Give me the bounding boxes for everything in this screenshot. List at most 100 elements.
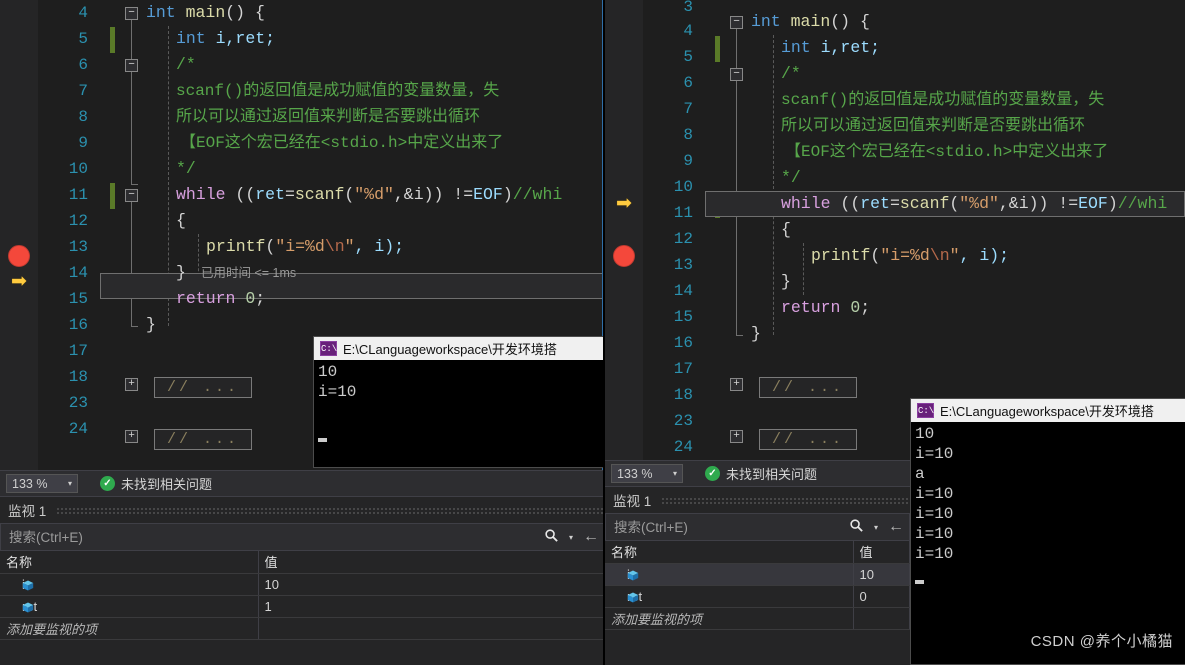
zoom-level-dropdown[interactable]: 133 % ▾ [611, 464, 683, 483]
token-keyword: return [176, 289, 236, 308]
chevron-down-icon: ▾ [67, 479, 72, 488]
token-comment-tail: 失 [1088, 91, 1105, 109]
code-line: return 0; [751, 295, 1185, 321]
table-header-row: 名称 值 [0, 551, 605, 574]
table-row[interactable]: ret 0 [605, 585, 910, 608]
back-arrow-icon[interactable]: ← [883, 518, 909, 536]
line-number: 11 [673, 204, 693, 222]
zoom-level-dropdown[interactable]: 133 % ▾ [6, 474, 78, 493]
line-number: 15 [68, 290, 88, 308]
watch-search-bar[interactable]: ▾ ← [605, 513, 910, 541]
search-icon[interactable] [843, 518, 869, 537]
watch-add-item-label[interactable]: 添加要监视的项 [605, 607, 854, 630]
line-number: 6 [78, 56, 88, 74]
zoom-level-value: 133 % [12, 476, 48, 491]
code-line: /* [146, 52, 605, 78]
watch-add-item-row[interactable]: 添加要监视的项 [605, 607, 910, 630]
search-icon-svg [544, 528, 558, 542]
drag-handle-dots[interactable] [56, 506, 605, 514]
right-code-text[interactable]: int main() { int i,ret; /* scanf()的返回值是成… [705, 0, 1185, 460]
code-line: } [751, 321, 1185, 347]
token-variable: ret [860, 194, 890, 213]
token-variable: i,ret; [205, 29, 276, 48]
breakpoint-dot-icon[interactable] [8, 245, 30, 267]
console-window-title: E:\CLanguageworkspace\开发环境搭 [343, 342, 557, 357]
fold-expand-icon[interactable]: + [125, 378, 138, 391]
fold-expand-icon[interactable]: + [730, 378, 743, 391]
right-outlining-column[interactable]: − − − + + [715, 0, 751, 460]
token-function: main [175, 3, 226, 22]
right-console-window[interactable]: C:\ E:\CLanguageworkspace\开发环境搭 10 i=10 … [910, 398, 1185, 665]
watch-search-bar[interactable]: ▾ ← [0, 523, 605, 551]
text-caret [915, 580, 924, 584]
right-indicator-margin[interactable]: ➡ [605, 0, 643, 460]
table-row[interactable]: i 10 [605, 563, 910, 586]
search-input[interactable] [606, 519, 843, 535]
fold-collapse-icon[interactable]: − [125, 59, 138, 72]
table-row[interactable]: ret 1 [0, 595, 605, 618]
fold-collapse-icon[interactable]: − [125, 189, 138, 202]
variable-cube-icon [22, 601, 34, 612]
code-line: */ [751, 165, 1185, 191]
console-line: i=10 [915, 525, 954, 543]
watch-add-item-value[interactable] [258, 617, 605, 640]
collapsed-region-box[interactable]: // ... [759, 377, 858, 398]
drag-handle-dots[interactable] [661, 496, 910, 504]
collapsed-region-box[interactable]: // ... [759, 429, 858, 450]
watch-variables-table: 名称 值 i 10 [605, 541, 910, 630]
token-args: , i); [959, 246, 1010, 265]
left-outlining-column[interactable]: − − − + + [110, 0, 146, 470]
left-console-window[interactable]: C:\ E:\CLanguageworkspace\开发环境搭 10 i=10 [313, 336, 605, 468]
current-statement-arrow-icon: ➡ [11, 271, 27, 292]
variable-cube-icon [627, 569, 639, 580]
watch-add-item-label[interactable]: 添加要监视的项 [0, 617, 259, 640]
variable-cube-svg [627, 570, 639, 580]
token-comment: /* [176, 55, 196, 74]
fold-vertical-line [736, 29, 737, 69]
code-line: while ((ret=scanf("%d",&i)) !=EOF)//whi [146, 182, 605, 208]
collapsed-region-box[interactable]: // ... [154, 377, 253, 398]
search-icon[interactable] [538, 528, 564, 547]
token-comment: //whi [1117, 194, 1168, 213]
fold-expand-icon[interactable]: + [125, 430, 138, 443]
line-number: 23 [68, 394, 88, 412]
line-number: 11 [68, 186, 88, 204]
watch-panel-title-bar: 监视 1 [0, 497, 605, 523]
watch-variable-value[interactable]: 10 [258, 573, 605, 596]
change-bar [110, 183, 115, 209]
right-line-number-gutter: 3 4 5 6 7 8 9 10 11 12 13 14 15 16 17 18… [643, 0, 699, 460]
breakpoint-dot-icon[interactable] [613, 245, 635, 267]
search-input[interactable] [1, 529, 538, 545]
watch-variable-value[interactable]: 10 [853, 563, 910, 586]
fold-collapse-icon[interactable]: − [730, 16, 743, 29]
back-arrow-icon[interactable]: ← [578, 528, 604, 546]
token-macro: EOF [1078, 194, 1108, 213]
fold-collapse-icon[interactable]: − [730, 68, 743, 81]
watch-add-item-row[interactable]: 添加要监视的项 [0, 617, 605, 640]
fold-collapse-icon[interactable]: − [125, 7, 138, 20]
search-icon-svg [849, 518, 863, 532]
table-row[interactable]: i 10 [0, 573, 605, 596]
token-number: 0 [235, 289, 256, 308]
line-number: 10 [673, 178, 693, 196]
collapsed-region-box[interactable]: // ... [154, 429, 253, 450]
table-header-row: 名称 值 [605, 541, 910, 564]
watch-variable-value[interactable]: 0 [853, 585, 910, 608]
fold-end-tick [736, 335, 743, 336]
left-indicator-margin[interactable]: ➡ [0, 0, 38, 470]
token-number: 0 [840, 298, 861, 317]
line-number: 13 [68, 238, 88, 256]
line-number: 17 [673, 360, 693, 378]
token-function: printf [206, 237, 266, 256]
watch-add-item-value[interactable] [853, 607, 910, 630]
chevron-down-icon[interactable]: ▾ [869, 523, 883, 532]
chevron-down-icon[interactable]: ▾ [564, 533, 578, 542]
console-output: 10 i=10 [314, 360, 604, 442]
console-title-bar[interactable]: C:\ E:\CLanguageworkspace\开发环境搭 [911, 399, 1185, 422]
watch-variable-value[interactable]: 1 [258, 595, 605, 618]
line-number: 12 [673, 230, 693, 248]
console-title-bar[interactable]: C:\ E:\CLanguageworkspace\开发环境搭 [314, 337, 604, 360]
fold-expand-icon[interactable]: + [730, 430, 743, 443]
right-code-editor[interactable]: ➡ 3 4 5 6 7 8 9 10 11 12 13 14 15 16 17 … [605, 0, 1185, 460]
